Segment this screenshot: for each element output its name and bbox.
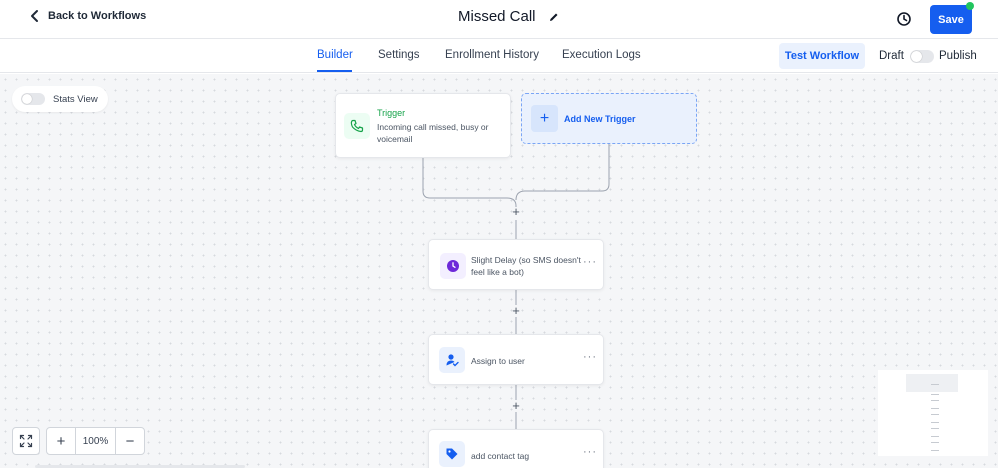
more-options-icon[interactable]: ··· — [583, 256, 597, 268]
add-step-plus[interactable]: + — [510, 399, 522, 412]
zoom-level: 100% — [75, 428, 116, 454]
zoom-control: + 100% − — [46, 427, 145, 455]
top-header: Back to Workflows Missed Call Save — [0, 0, 998, 39]
publish-label: Publish — [939, 50, 977, 62]
trigger-description: Incoming call missed, busy or voicemail — [377, 122, 489, 144]
workflow-title-area: Missed Call — [458, 8, 560, 25]
arrow-left-icon — [31, 10, 38, 22]
minimap-node — [931, 414, 939, 415]
action-node-tag[interactable]: add contact tag ··· — [428, 429, 604, 468]
add-step-plus[interactable]: + — [510, 304, 522, 317]
minimap-viewport[interactable] — [906, 374, 958, 392]
minimap-node — [931, 384, 939, 385]
toggle-knob — [911, 51, 922, 62]
zoom-out-button[interactable]: − — [116, 428, 144, 454]
tab-builder[interactable]: Builder — [317, 49, 353, 61]
minimap-node — [931, 394, 939, 395]
zoom-in-button[interactable]: + — [47, 428, 75, 454]
workflow-title: Missed Call — [458, 8, 536, 25]
clock-icon — [440, 253, 466, 279]
save-button[interactable]: Save — [930, 5, 972, 34]
more-options-icon[interactable]: ··· — [583, 446, 597, 458]
tab-execution-logs[interactable]: Execution Logs — [562, 49, 641, 61]
tab-settings[interactable]: Settings — [378, 49, 420, 61]
minimap-node — [931, 400, 939, 401]
plus-icon: + — [531, 105, 558, 132]
action-label: add contact tag — [471, 451, 530, 461]
action-node-assign[interactable]: Assign to user ··· — [428, 334, 604, 385]
tab-bar: Builder Settings Enrollment History Exec… — [0, 39, 998, 73]
minimap[interactable] — [878, 370, 988, 456]
trigger-node[interactable]: Trigger Incoming call missed, busy or vo… — [335, 93, 511, 158]
back-label: Back to Workflows — [48, 10, 147, 22]
minimap-node — [931, 450, 939, 451]
history-icon[interactable] — [896, 11, 912, 27]
add-new-trigger-label: Add New Trigger — [564, 114, 636, 124]
tab-enrollment-history[interactable]: Enrollment History — [445, 49, 539, 61]
back-to-workflows-link[interactable]: Back to Workflows — [28, 9, 146, 23]
publish-toggle[interactable] — [910, 50, 934, 63]
minimap-node — [931, 442, 939, 443]
action-label: Assign to user — [471, 356, 525, 366]
minimap-node — [931, 428, 939, 429]
draft-label: Draft — [879, 50, 904, 62]
expand-icon — [19, 434, 33, 448]
workflow-canvas[interactable]: Stats View + + + Trigger Incoming call m… — [0, 74, 998, 468]
pencil-icon[interactable] — [548, 11, 560, 23]
minimap-node — [931, 408, 939, 409]
phone-icon — [344, 113, 370, 139]
add-step-plus[interactable]: + — [510, 205, 522, 218]
add-new-trigger-node[interactable]: + Add New Trigger — [521, 93, 697, 144]
active-tab-indicator — [317, 70, 352, 72]
minimap-node — [931, 422, 939, 423]
status-dot — [966, 2, 974, 10]
test-workflow-button[interactable]: Test Workflow — [779, 43, 865, 69]
more-options-icon[interactable]: ··· — [583, 351, 597, 363]
user-assign-icon — [439, 347, 465, 373]
action-label: Slight Delay (so SMS doesn't feel like a… — [471, 255, 581, 277]
tag-icon — [439, 441, 465, 467]
fit-view-button[interactable] — [12, 427, 40, 455]
trigger-label: Trigger — [377, 108, 406, 118]
minimap-node — [931, 436, 939, 437]
action-node-delay[interactable]: Slight Delay (so SMS doesn't feel like a… — [428, 239, 604, 290]
